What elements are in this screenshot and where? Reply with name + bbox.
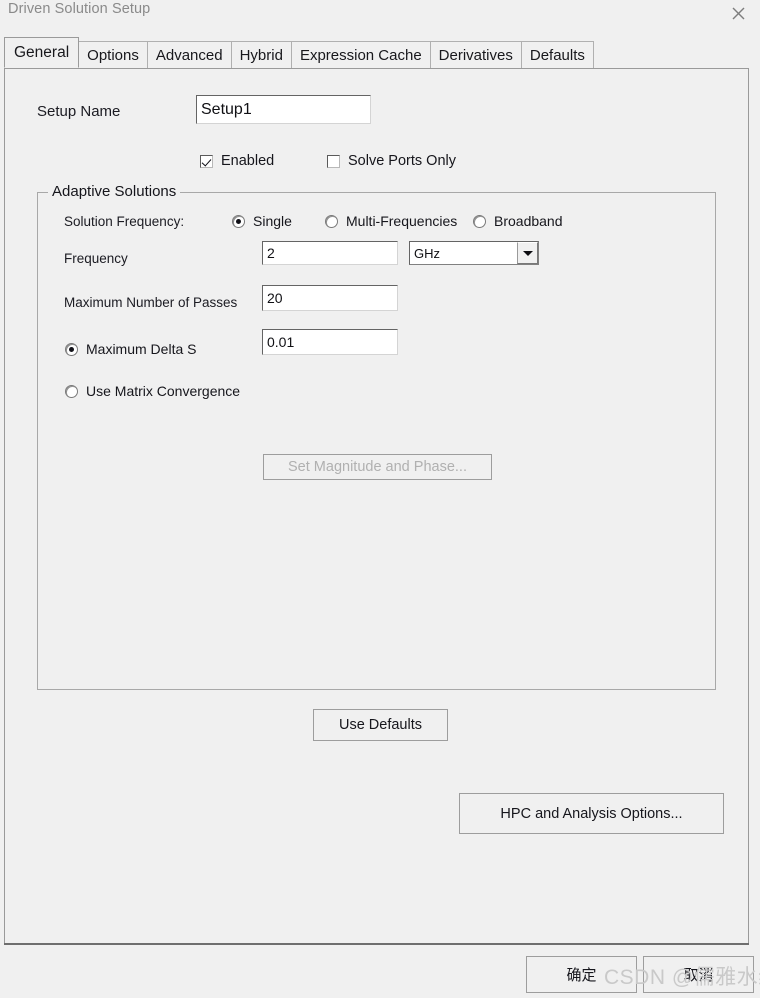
frequency-unit-dropdown[interactable]: GHz: [409, 241, 539, 265]
tab-options-label: Options: [87, 46, 139, 64]
tab-strip: General Options Advanced Hybrid Expressi…: [4, 37, 594, 68]
radio-maximum-delta-s[interactable]: Maximum Delta S: [65, 341, 196, 357]
tab-general-label: General: [14, 43, 70, 61]
radio-use-matrix-convergence[interactable]: Use Matrix Convergence: [65, 383, 240, 399]
radio-multi-frequencies[interactable]: Multi-Frequencies: [325, 213, 457, 229]
radio-selected-icon: [232, 214, 245, 228]
setup-name-input[interactable]: Setup1: [196, 95, 371, 124]
checkbox-checked-icon: [200, 154, 213, 168]
enabled-checkbox-label: Enabled: [221, 153, 275, 169]
solution-frequency-label: Solution Frequency:: [64, 214, 185, 229]
title-bar: Driven Solution Setup: [0, 0, 760, 30]
tab-derivatives[interactable]: Derivatives: [429, 41, 522, 68]
radio-single-label: Single: [253, 213, 292, 229]
checkbox-unchecked-icon: [327, 154, 340, 168]
tab-derivatives-label: Derivatives: [438, 46, 513, 64]
ok-button[interactable]: 确定: [526, 956, 637, 993]
radio-multi-frequencies-label: Multi-Frequencies: [346, 213, 458, 229]
radio-maximum-delta-s-label: Maximum Delta S: [86, 341, 197, 357]
radio-broadband-label: Broadband: [494, 213, 563, 229]
tab-hybrid-label: Hybrid: [239, 46, 283, 64]
tab-defaults[interactable]: Defaults: [520, 41, 594, 68]
max-delta-s-input[interactable]: 0.01: [262, 329, 398, 355]
tab-expression-cache[interactable]: Expression Cache: [290, 41, 431, 68]
tab-general[interactable]: General: [4, 37, 80, 68]
tab-hybrid[interactable]: Hybrid: [230, 41, 292, 68]
tab-advanced-label: Advanced: [155, 46, 223, 64]
close-icon[interactable]: [722, 0, 754, 26]
set-magnitude-and-phase-label: Set Magnitude and Phase...: [288, 459, 467, 475]
frequency-unit-value: GHz: [414, 245, 440, 261]
enabled-checkbox[interactable]: Enabled: [200, 153, 274, 169]
radio-broadband[interactable]: Broadband: [473, 213, 563, 229]
max-passes-input[interactable]: 20: [262, 285, 398, 311]
radio-unselected-icon: [65, 384, 78, 398]
tab-page-general: Setup Name Setup1 Enabled Solve Ports On…: [4, 68, 749, 945]
radio-selected-icon: [65, 342, 78, 356]
tab-options[interactable]: Options: [78, 41, 148, 68]
adaptive-solutions-title: Adaptive Solutions: [48, 183, 181, 200]
radio-single[interactable]: Single: [232, 213, 292, 229]
use-defaults-label: Use Defaults: [338, 717, 422, 733]
adaptive-solutions-group: Adaptive Solutions Solution Frequency: S…: [37, 183, 716, 690]
tab-defaults-label: Defaults: [529, 46, 585, 64]
radio-unselected-icon: [325, 214, 338, 228]
hpc-and-analysis-options-button[interactable]: HPC and Analysis Options...: [459, 793, 724, 834]
setup-name-label: Setup Name: [37, 103, 121, 120]
radio-use-matrix-convergence-label: Use Matrix Convergence: [86, 383, 241, 399]
tab-advanced[interactable]: Advanced: [146, 41, 232, 68]
max-passes-label: Maximum Number of Passes: [64, 295, 238, 310]
window-title: Driven Solution Setup: [8, 1, 151, 17]
hpc-and-analysis-options-label: HPC and Analysis Options...: [500, 805, 683, 822]
solve-ports-only-checkbox-label: Solve Ports Only: [348, 153, 456, 169]
tab-expression-cache-label: Expression Cache: [299, 46, 422, 64]
ok-button-label: 确定: [566, 967, 597, 984]
frequency-input[interactable]: 2: [262, 241, 398, 265]
cancel-button[interactable]: 取消: [643, 956, 754, 993]
solve-ports-only-checkbox[interactable]: Solve Ports Only: [327, 153, 456, 169]
use-defaults-button[interactable]: Use Defaults: [313, 709, 448, 741]
frequency-label: Frequency: [64, 251, 128, 266]
dialog-driven-solution-setup: Driven Solution Setup General Options Ad…: [0, 0, 760, 998]
radio-unselected-icon: [473, 214, 486, 228]
set-magnitude-and-phase-button[interactable]: Set Magnitude and Phase...: [263, 454, 492, 480]
cancel-button-label: 取消: [683, 967, 714, 984]
chevron-down-icon[interactable]: [517, 242, 538, 264]
